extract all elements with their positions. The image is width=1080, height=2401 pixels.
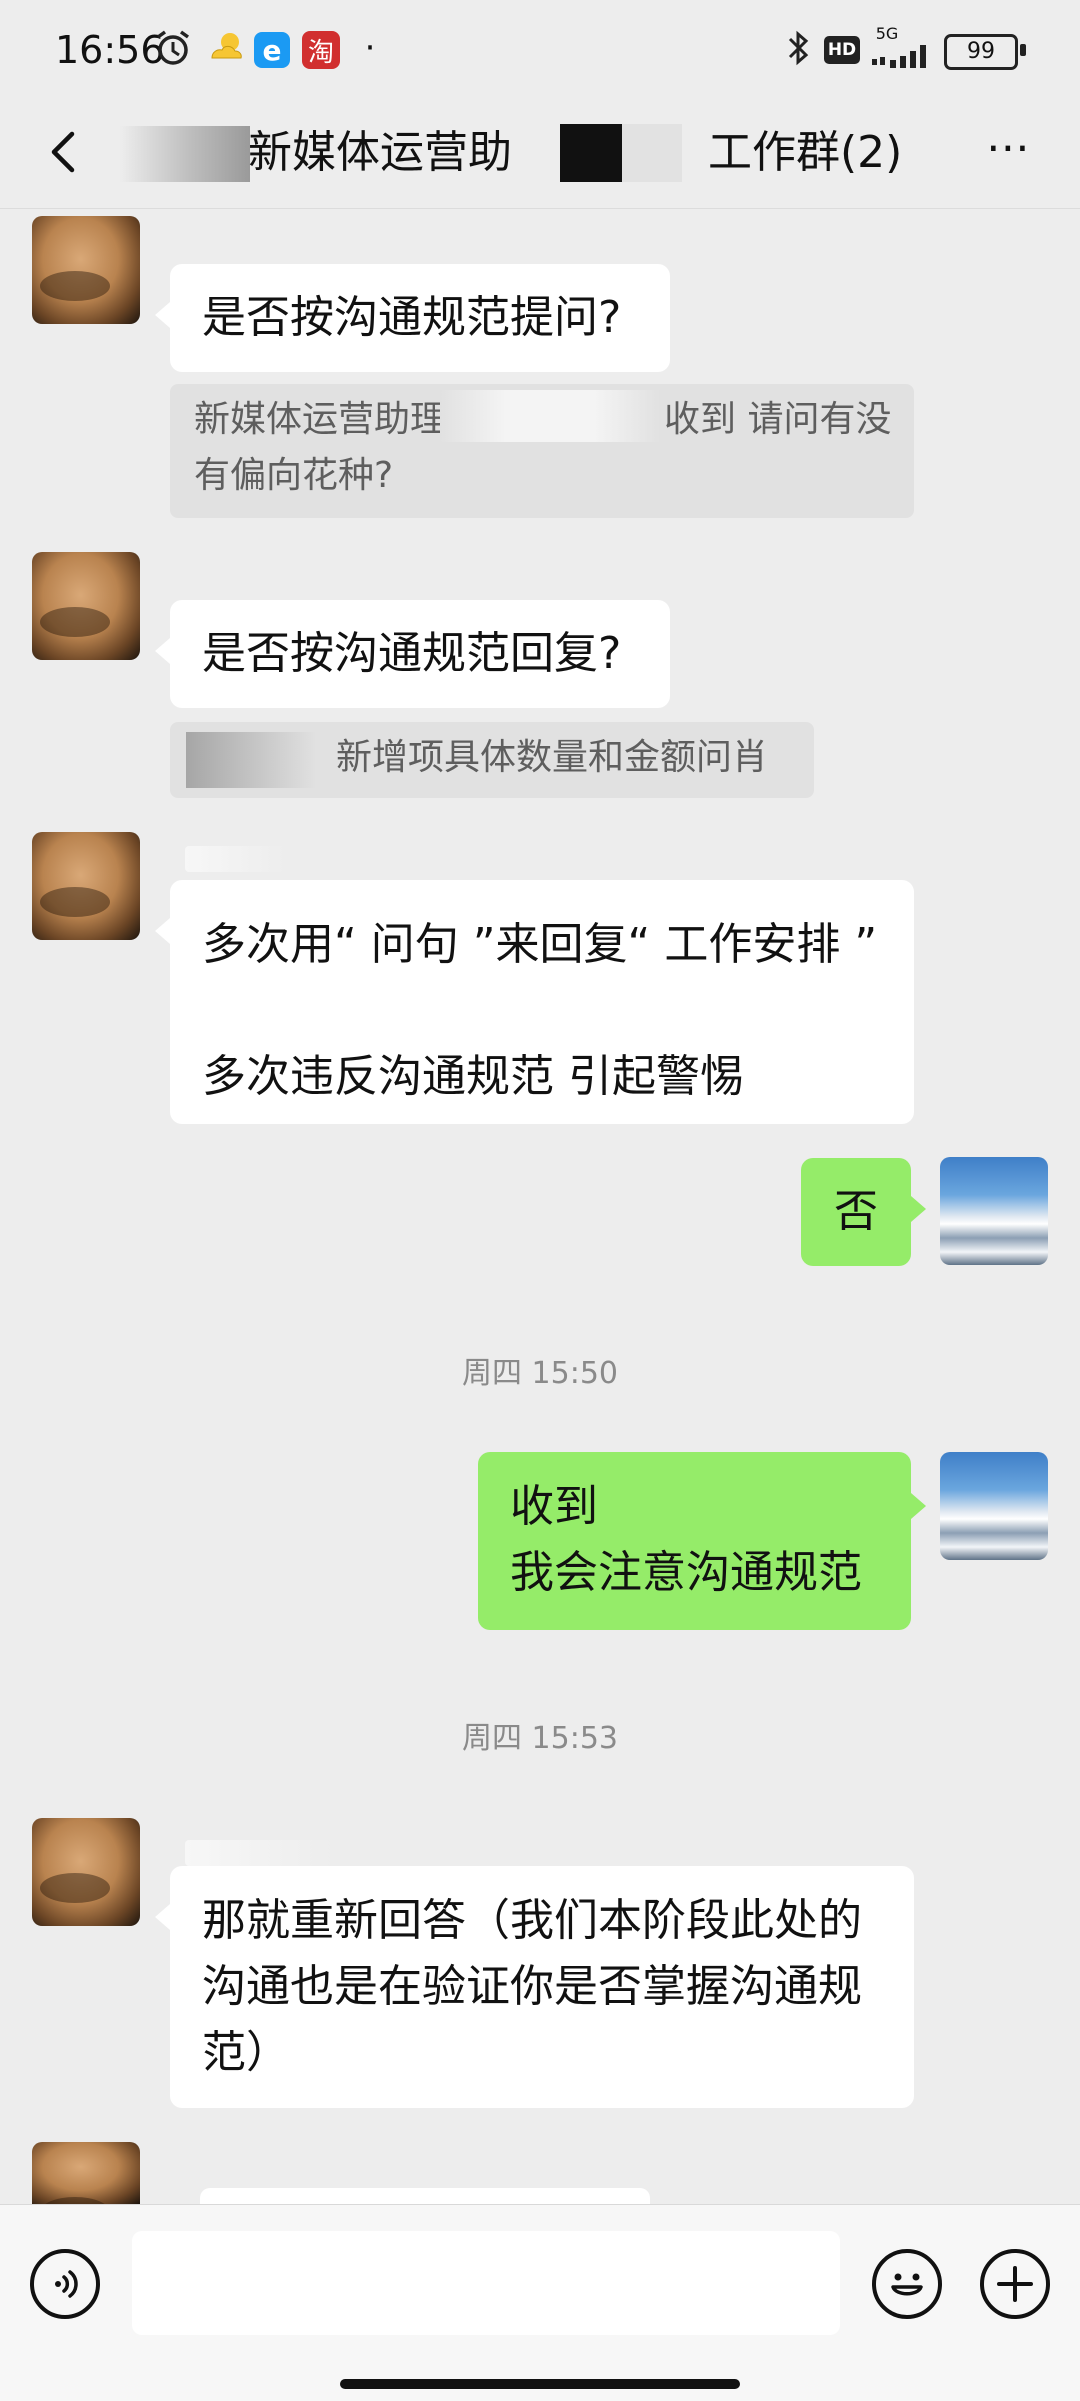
- avatar[interactable]: [32, 1818, 140, 1926]
- avatar[interactable]: [32, 552, 140, 660]
- avatar[interactable]: [32, 832, 140, 940]
- message-text: 收到: [510, 1481, 598, 1532]
- home-indicator: [340, 2379, 740, 2389]
- message-text: 多次用“ 问句 ”来回复“ 工作安排 ”: [202, 919, 878, 970]
- bubble-tail: [911, 1493, 926, 1519]
- voice-icon[interactable]: [30, 2249, 100, 2319]
- chat-title: 新媒体运营助 工作群(2): [120, 118, 940, 188]
- chevron-left-icon[interactable]: [38, 122, 98, 182]
- message-text: 多次违反沟通规范 引起警惕: [202, 1051, 744, 1102]
- message-input[interactable]: [132, 2231, 840, 2335]
- message-bubble[interactable]: 否: [801, 1158, 911, 1266]
- timestamp: 周四 15:53: [462, 1721, 618, 1756]
- redacted-area: [186, 732, 316, 788]
- bubble-tail: [155, 1904, 170, 1930]
- redacted-block: [560, 124, 622, 182]
- status-bar: 16:56 e 淘 · HD 5G 99: [0, 0, 1080, 100]
- avatar[interactable]: [940, 1157, 1048, 1265]
- redacted-area: [185, 1840, 335, 1866]
- redacted-area: [120, 126, 250, 182]
- message-text: 是否按沟通规范提问?: [202, 292, 622, 343]
- bubble-tail: [155, 918, 170, 944]
- quote-sender: 新媒体运营助理: [194, 399, 447, 440]
- message-text: 我会注意沟通规范: [510, 1547, 862, 1598]
- group-name: 新媒体运营助: [248, 127, 512, 178]
- quote-text: 收到 请问有没: [664, 399, 892, 440]
- weather-icon: [205, 28, 247, 68]
- hd-badge: HD: [824, 36, 860, 64]
- message-text: 是否按沟通规范回复?: [202, 628, 622, 679]
- avatar[interactable]: [32, 2142, 140, 2204]
- group-count-label: 工作群(2): [708, 127, 903, 178]
- battery-icon: 99: [944, 34, 1018, 70]
- redacted-area: [440, 390, 660, 442]
- message-text: 范）: [202, 2027, 290, 2078]
- quote-line: 有偏向花种?: [194, 455, 394, 496]
- message-text: 那就重新回答（我们本阶段此处的: [202, 1895, 862, 1946]
- message-bubble[interactable]: 收到 我会注意沟通规范: [478, 1452, 911, 1630]
- emoji-icon[interactable]: [872, 2249, 942, 2319]
- more-icon[interactable]: ⋯: [974, 126, 1044, 178]
- message-bubble[interactable]: 那就重新回答（我们本阶段此处的 沟通也是在验证你是否掌握沟通规 范）: [170, 1866, 914, 2108]
- message-bubble[interactable]: 多次用“ 问句 ”来回复“ 工作安排 ” 多次违反沟通规范 引起警惕: [170, 880, 914, 1124]
- quote-text: 新增项具体数量和金额问肖: [336, 737, 769, 778]
- message-text: 沟通也是在验证你是否掌握沟通规: [202, 1961, 862, 2012]
- plus-icon[interactable]: [980, 2249, 1050, 2319]
- message-text: 否: [834, 1186, 878, 1237]
- timestamp: 周四 15:50: [462, 1356, 618, 1391]
- battery-tip: [1020, 44, 1026, 56]
- redacted-area: [185, 846, 285, 872]
- alarm-icon: [152, 28, 194, 68]
- taobao-app-icon: 淘: [302, 31, 340, 69]
- status-time: 16:56: [55, 28, 165, 72]
- signal-icon: [870, 40, 940, 70]
- message-bubble[interactable]: 是否按沟通规范回复?: [170, 600, 670, 708]
- chat-header: 新媒体运营助 工作群(2) ⋯: [0, 100, 1080, 210]
- message-bubble[interactable]: [200, 2188, 650, 2204]
- browser-app-icon: e: [254, 32, 290, 68]
- bluetooth-icon: [784, 28, 814, 68]
- bubble-tail: [911, 1196, 926, 1222]
- redacted-area: [622, 124, 682, 182]
- input-bar: [0, 2204, 1080, 2401]
- header-divider: [0, 208, 1080, 209]
- bubble-tail: [155, 638, 170, 664]
- message-bubble[interactable]: 是否按沟通规范提问?: [170, 264, 670, 372]
- bubble-tail: [155, 302, 170, 328]
- avatar[interactable]: [32, 216, 140, 324]
- avatar[interactable]: [940, 1452, 1048, 1560]
- more-notifications-dot: ·: [364, 28, 376, 68]
